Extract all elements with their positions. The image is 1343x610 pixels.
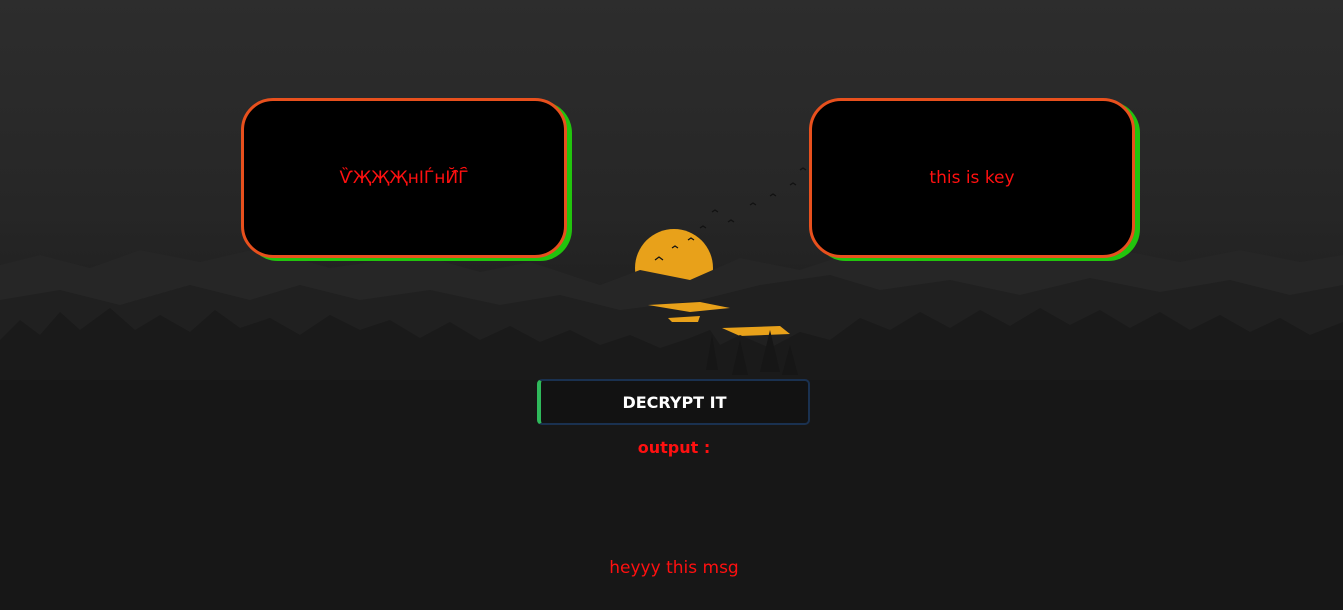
output-label: output :	[637, 438, 711, 457]
app-stage: ѶҖҖҖнӀЃнЙ҄Г҄ this is key DECRYPT IT outp…	[0, 0, 1343, 610]
ciphertext-box: ѶҖҖҖнӀЃнЙ҄Г҄	[241, 98, 567, 258]
key-text: this is key	[929, 168, 1015, 188]
forest-background	[0, 167, 1343, 610]
key-box: this is key	[809, 98, 1135, 258]
decrypt-button[interactable]: DECRYPT IT	[537, 379, 810, 425]
decrypt-button-label: DECRYPT IT	[622, 392, 727, 412]
ciphertext-text: ѶҖҖҖнӀЃнЙ҄Г҄	[339, 168, 469, 188]
message-text: heyyy this msg	[609, 558, 739, 578]
